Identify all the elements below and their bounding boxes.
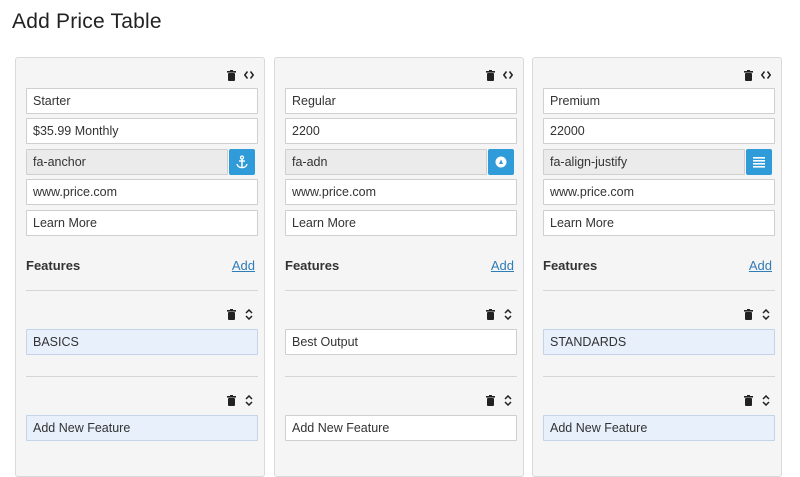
title-field[interactable] [26, 88, 258, 114]
column-tools [485, 68, 513, 82]
sort-icon[interactable] [503, 308, 513, 320]
divider [26, 290, 258, 291]
button-text-field[interactable] [543, 210, 775, 236]
code-icon[interactable] [503, 69, 513, 81]
feature-field[interactable] [26, 415, 258, 441]
add-feature-link[interactable]: Add [749, 258, 772, 273]
feature-field[interactable] [26, 329, 258, 355]
url-field[interactable] [285, 179, 517, 205]
sort-icon[interactable] [244, 308, 254, 320]
code-icon[interactable] [761, 69, 771, 81]
trash-icon[interactable] [485, 308, 495, 320]
url-field[interactable] [26, 179, 258, 205]
page-title: Add Price Table [12, 10, 162, 33]
price-field[interactable] [26, 118, 258, 144]
feature-field[interactable] [543, 329, 775, 355]
trash-icon[interactable] [743, 308, 753, 320]
divider [285, 290, 517, 291]
title-field[interactable] [543, 88, 775, 114]
column-tools [226, 68, 254, 82]
price-column-premium: Features Add [532, 57, 782, 477]
icon-picker-button[interactable] [746, 149, 772, 175]
sort-icon[interactable] [761, 308, 771, 320]
url-field[interactable] [543, 179, 775, 205]
trash-icon[interactable] [226, 69, 236, 81]
features-label: Features [543, 258, 598, 273]
feature-field[interactable] [543, 415, 775, 441]
code-icon[interactable] [244, 69, 254, 81]
icon-picker-button[interactable] [488, 149, 514, 175]
button-text-field[interactable] [285, 210, 517, 236]
add-feature-link[interactable]: Add [491, 258, 514, 273]
features-label: Features [26, 258, 81, 273]
feature-tools [485, 393, 513, 407]
features-label: Features [285, 258, 340, 273]
adn-icon [495, 156, 507, 168]
feature-tools [226, 393, 254, 407]
button-text-field[interactable] [26, 210, 258, 236]
divider [285, 376, 517, 377]
feature-tools [743, 307, 771, 321]
price-field[interactable] [285, 118, 517, 144]
icon-field[interactable] [543, 149, 745, 175]
price-field[interactable] [543, 118, 775, 144]
add-feature-link[interactable]: Add [232, 258, 255, 273]
sort-icon[interactable] [503, 394, 513, 406]
price-column-starter: Features Add [15, 57, 265, 477]
trash-icon[interactable] [226, 394, 236, 406]
title-field[interactable] [285, 88, 517, 114]
trash-icon[interactable] [485, 69, 495, 81]
anchor-icon [236, 155, 248, 169]
feature-field[interactable] [285, 415, 517, 441]
icon-field[interactable] [285, 149, 487, 175]
divider [26, 376, 258, 377]
feature-field[interactable] [285, 329, 517, 355]
price-column-regular: Features Add [274, 57, 524, 477]
icon-field[interactable] [26, 149, 228, 175]
icon-picker-button[interactable] [229, 149, 255, 175]
feature-tools [743, 393, 771, 407]
feature-tools [485, 307, 513, 321]
trash-icon[interactable] [485, 394, 495, 406]
column-tools [743, 68, 771, 82]
divider [543, 376, 775, 377]
trash-icon[interactable] [743, 394, 753, 406]
align-justify-icon [753, 157, 765, 168]
divider [543, 290, 775, 291]
feature-tools [226, 307, 254, 321]
sort-icon[interactable] [244, 394, 254, 406]
trash-icon[interactable] [743, 69, 753, 81]
trash-icon[interactable] [226, 308, 236, 320]
sort-icon[interactable] [761, 394, 771, 406]
